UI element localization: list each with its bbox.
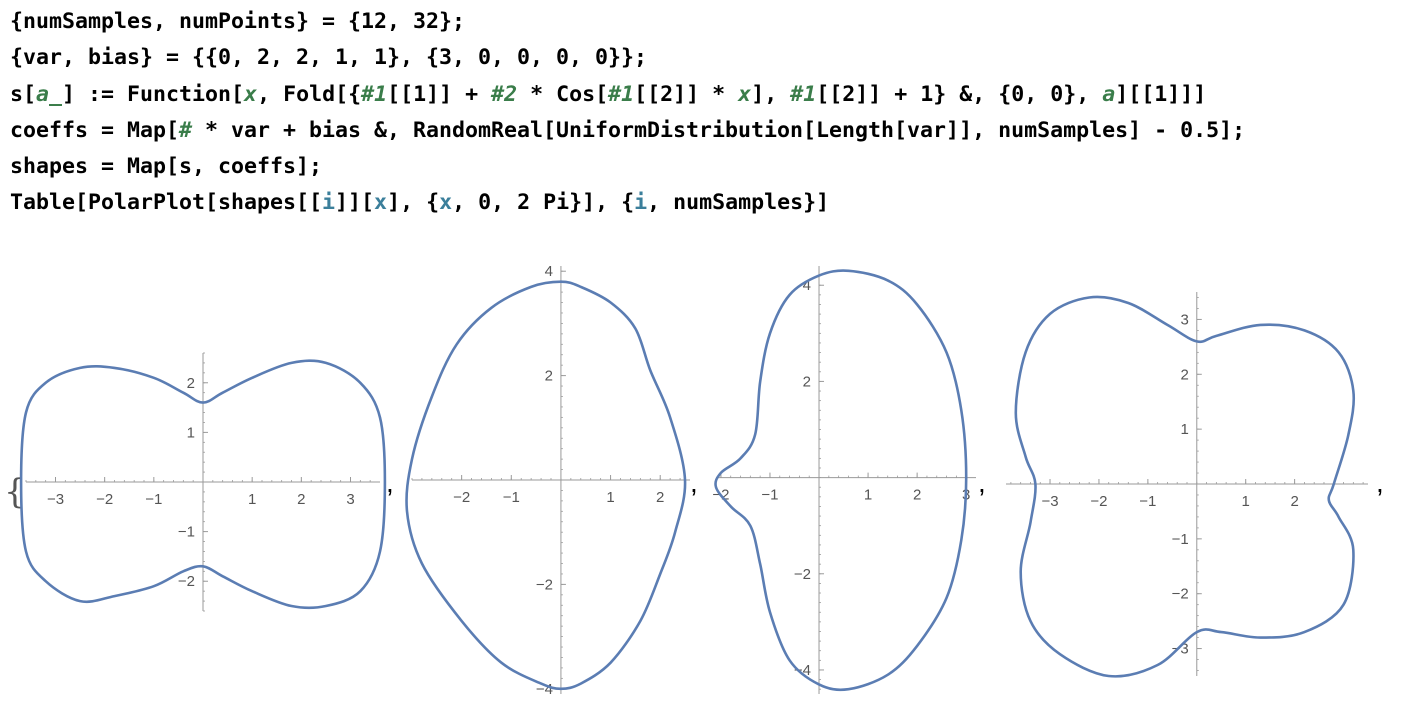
y-tick-label: 2 (1180, 366, 1188, 383)
y-tick-label: −1 (1172, 531, 1189, 548)
y-tick-label: 4 (545, 263, 553, 280)
polar-plot-4: −3 −2 −1 1 2 −3 −2 −1 1 2 3 (1006, 292, 1368, 678)
x-tick-label: −1 (503, 489, 520, 506)
y-tick-label: 1 (187, 424, 195, 441)
x-tick-label: −2 (96, 491, 113, 508)
x-tick-label: 2 (1290, 493, 1298, 510)
polar-plot-3: −2 −1 1 2 3−4−224 (712, 266, 976, 694)
output-cell: { , , , , −3 −2 −1 1 2 3−2−112 −2 −1 1 2−4−224 −… (4, 263, 1384, 698)
polar-curve (714, 269, 968, 692)
polar-curve (405, 280, 687, 691)
x-tick-label: −3 (1041, 493, 1058, 510)
polar-plot-2: −2 −1 1 2−4−224 (405, 263, 690, 698)
y-tick-label: 1 (1180, 421, 1188, 438)
y-tick-label: −3 (1172, 641, 1189, 658)
y-tick-label: −2 (1172, 586, 1189, 603)
x-tick-label: −1 (1139, 493, 1156, 510)
output-separator: , (690, 467, 698, 498)
x-tick-label: 1 (864, 487, 872, 504)
x-tick-label: 2 (297, 491, 305, 508)
x-tick-label: −1 (761, 487, 778, 504)
x-tick-label: −2 (1090, 493, 1107, 510)
y-tick-label: 2 (187, 375, 195, 392)
x-tick-label: −3 (47, 491, 64, 508)
x-tick-label: −2 (453, 489, 470, 506)
x-tick-label: 1 (248, 491, 256, 508)
x-tick-label: 3 (346, 491, 354, 508)
x-tick-label: 1 (1242, 493, 1250, 510)
polar-plot-1: −3 −2 −1 1 2 3 −2 −1 1 2 (19, 352, 387, 612)
y-tick-label: −1 (178, 524, 195, 541)
y-tick-label: 2 (545, 368, 553, 385)
x-tick-label: 1 (606, 489, 614, 506)
output-separator: , (1376, 467, 1384, 498)
output-separator: , (386, 467, 394, 498)
y-tick-label: −2 (536, 576, 553, 593)
y-tick-label: −2 (178, 573, 195, 590)
x-tick-label: 2 (656, 489, 664, 506)
x-tick-label: 2 (913, 487, 921, 504)
y-tick-label: 2 (803, 373, 811, 390)
polar-curve (1014, 295, 1356, 678)
y-tick-label: −2 (794, 566, 811, 583)
y-tick-label: 3 (1180, 311, 1188, 328)
output-separator: , (978, 467, 986, 498)
x-tick-label: −1 (145, 491, 162, 508)
